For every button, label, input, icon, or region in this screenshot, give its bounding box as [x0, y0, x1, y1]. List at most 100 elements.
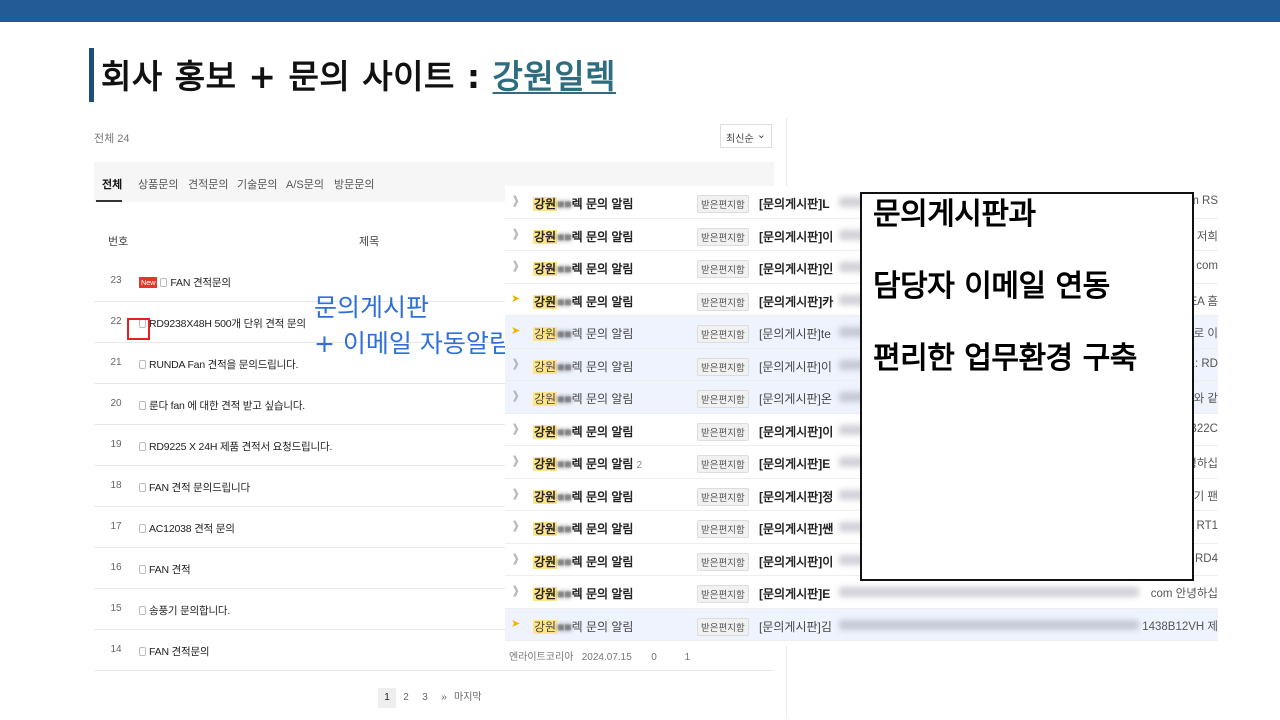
brand-link[interactable]: 강원일렉	[493, 57, 616, 96]
inbox-label: 받은편지함	[697, 455, 749, 473]
new-badge: New	[139, 277, 158, 288]
tab-all[interactable]: 전체	[102, 176, 122, 192]
email-preview: 로 이	[1193, 328, 1218, 340]
callout-line-2: 담당자 이메일 연동	[873, 269, 1110, 304]
lock-icon	[139, 606, 146, 615]
flag-icon[interactable]: ❱	[511, 456, 522, 467]
redacted-text: ■■	[557, 424, 572, 439]
lock-icon	[139, 401, 146, 410]
flag-icon[interactable]: ❱	[511, 391, 522, 402]
flag-icon[interactable]: ❱	[511, 586, 522, 597]
email-sender: 강원■■렉 문의 알림	[533, 327, 634, 341]
redacted-text: ■■	[557, 327, 572, 341]
redacted-text: ■■	[557, 294, 572, 309]
lock-icon	[139, 565, 146, 574]
redacted-text: ■■	[557, 359, 572, 374]
redacted-text: ■■	[557, 522, 572, 536]
redacted-text: ■■	[557, 229, 572, 244]
tab-as[interactable]: A/S문의	[286, 176, 324, 192]
page-3[interactable]: 3	[416, 688, 434, 708]
tab-visit[interactable]: 방문문의	[334, 176, 374, 192]
email-subject: [문의게시판]L	[759, 197, 830, 211]
email-sender: 강원■■렉 문의 알림	[533, 294, 634, 309]
email-subject: [문의게시판]쌘	[759, 522, 834, 536]
email-sender: 강원■■렉 문의 알림 2	[533, 457, 643, 471]
redacted-text	[839, 619, 1139, 630]
flag-icon[interactable]: ❱	[511, 196, 522, 207]
inbox-label: 받은편지함	[697, 487, 749, 506]
email-preview: com	[1196, 260, 1218, 272]
inbox-label: 받은편지함	[697, 585, 749, 603]
flag-icon[interactable]: ❱	[511, 358, 522, 370]
email-sender: 강원■■렉 문의 알림	[533, 619, 634, 634]
email-row[interactable]: ➤ 강원■■렉 문의 알림 받은편지함 [문의게시판]김 1438B12VH 제	[505, 608, 1218, 641]
page-2[interactable]: 2	[397, 688, 415, 708]
callout-line-1: 문의게시판과	[873, 197, 1036, 232]
email-subject: [문의게시판]정	[759, 489, 834, 504]
redacted-text: ■■	[557, 262, 572, 276]
inbox-label: 받은편지함	[697, 292, 749, 311]
tab-product[interactable]: 상품문의	[138, 176, 178, 192]
inbox-label: 받은편지함	[697, 617, 749, 636]
lock-highlight-box	[127, 318, 150, 340]
redacted-text: ■■	[557, 457, 572, 471]
sort-select[interactable]: 최신순 ⌄	[720, 124, 772, 148]
annotation-text: 문의게시판 + 이메일 자동알림	[314, 293, 512, 359]
inbox-label: 받은편지함	[697, 357, 749, 376]
inbox-label: 받은편지함	[697, 260, 749, 278]
flag-icon[interactable]: ❱	[511, 423, 522, 435]
inbox-label: 받은편지함	[697, 422, 749, 441]
email-sender: 강원■■렉 문의 알림	[533, 197, 634, 211]
lock-icon	[139, 483, 146, 492]
slide-title: 회사 홍보 + 문의 사이트 : 강원일렉	[101, 50, 616, 98]
lock-icon	[160, 278, 168, 287]
column-number: 번호	[108, 236, 129, 248]
email-preview: 저희	[1196, 230, 1218, 243]
inbox-label: 받은편지함	[697, 195, 749, 213]
redacted-text: ■■	[557, 392, 572, 406]
important-flag-icon[interactable]: ➤	[511, 326, 522, 337]
email-subject: [문의게시판]카	[759, 294, 834, 309]
page-1[interactable]: 1	[378, 688, 396, 708]
email-preview: com 안녕하십	[1150, 588, 1218, 600]
email-sender: 강원■■렉 문의 알림	[533, 262, 634, 276]
chevron-down-icon: ⌄	[756, 129, 766, 141]
email-sender: 강원■■렉 문의 알림	[533, 229, 634, 244]
tab-estimate[interactable]: 견적문의	[188, 176, 228, 192]
email-subject: [문의게시판]온	[759, 392, 832, 406]
top-bar	[0, 0, 1280, 22]
flag-icon[interactable]: ❱	[511, 228, 522, 240]
lock-icon	[139, 524, 146, 533]
flag-icon[interactable]: ❱	[511, 521, 522, 532]
redacted-text	[839, 587, 1139, 597]
inbox-label: 받은편지함	[697, 325, 749, 343]
important-flag-icon[interactable]: ➤	[511, 293, 522, 305]
important-flag-icon[interactable]: ➤	[511, 618, 522, 630]
email-sender: 강원■■렉 문의 알림	[533, 489, 634, 504]
email-sender: 강원■■렉 문의 알림	[533, 359, 634, 374]
email-subject: [문의게시판]E	[759, 587, 831, 601]
email-sender: 강원■■렉 문의 알림	[533, 424, 634, 439]
email-sender: 강원■■렉 문의 알림	[533, 522, 634, 536]
title-prefix: 회사 홍보 + 문의 사이트 :	[101, 57, 493, 96]
redacted-text: ■■	[557, 197, 572, 211]
email-preview: RD4	[1194, 552, 1218, 565]
tab-tech[interactable]: 기술문의	[237, 176, 277, 192]
inbox-label: 받은편지함	[697, 552, 749, 571]
inbox-label: 받은편지함	[697, 227, 749, 246]
next-page[interactable]: »	[435, 688, 453, 708]
lock-icon	[139, 360, 146, 369]
email-subject: [문의게시판]E	[759, 457, 831, 471]
flag-icon[interactable]: ❱	[511, 553, 522, 565]
last-row-meta: 엔라이트코리아 2024.07.15 0 1	[509, 652, 691, 663]
last-page[interactable]: 마지막	[454, 692, 482, 703]
redacted-text: ■■	[557, 587, 572, 601]
column-title: 제목	[359, 236, 380, 248]
flag-icon[interactable]: ❱	[511, 261, 522, 272]
redacted-text: ■■	[557, 489, 572, 504]
flag-icon[interactable]: ❱	[511, 488, 522, 500]
email-preview: 1438B12VH 제	[1142, 620, 1218, 633]
email-subject: [문의게시판]이	[759, 554, 834, 569]
total-count: 전체 24	[94, 133, 130, 145]
email-sender: 강원■■렉 문의 알림	[533, 392, 634, 406]
